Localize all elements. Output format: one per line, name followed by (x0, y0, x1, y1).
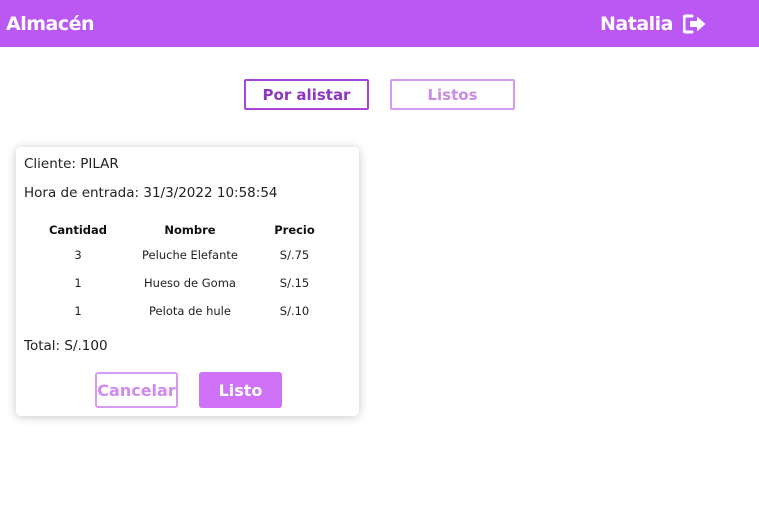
cancel-button[interactable]: Cancelar (95, 372, 178, 408)
items-table: Cantidad Nombre Precio 3 Peluche Elefant… (30, 219, 335, 325)
entry-time: Hora de entrada: 31/3/2022 10:58:54 (24, 185, 278, 201)
column-header-price: Precio (274, 223, 315, 237)
order-status-tabs: Por alistar Listos (244, 79, 515, 110)
item-price: S/.15 (279, 276, 310, 290)
item-name: Hueso de Goma (144, 276, 236, 290)
order-card: Cliente: PILAR Hora de entrada: 31/3/202… (16, 147, 359, 416)
item-price: S/.10 (279, 304, 310, 318)
user-area: Natalia (600, 13, 707, 35)
client-name: Cliente: PILAR (24, 156, 119, 172)
table-row: 3 Peluche Elefante S/.75 (30, 241, 335, 269)
column-header-name: Nombre (164, 223, 216, 237)
logout-icon[interactable] (682, 14, 707, 34)
order-total: Total: S/.100 (24, 338, 108, 354)
user-name: Natalia (600, 12, 673, 35)
top-bar: Almacén Natalia (0, 0, 759, 47)
app-title: Almacén (6, 12, 95, 35)
tab-listos[interactable]: Listos (390, 79, 515, 110)
tab-por-alistar[interactable]: Por alistar (244, 79, 369, 110)
item-name: Pelota de hule (149, 304, 231, 318)
item-quantity: 1 (74, 304, 82, 318)
item-name: Peluche Elefante (142, 248, 238, 262)
item-price: S/.75 (279, 248, 310, 262)
table-header-row: Cantidad Nombre Precio (30, 219, 335, 241)
table-row: 1 Hueso de Goma S/.15 (30, 269, 335, 297)
table-row: 1 Pelota de hule S/.10 (30, 297, 335, 325)
done-button[interactable]: Listo (199, 372, 282, 408)
item-quantity: 1 (74, 276, 82, 290)
item-quantity: 3 (74, 248, 82, 262)
order-actions: Cancelar Listo (95, 372, 282, 408)
column-header-quantity: Cantidad (48, 223, 108, 237)
